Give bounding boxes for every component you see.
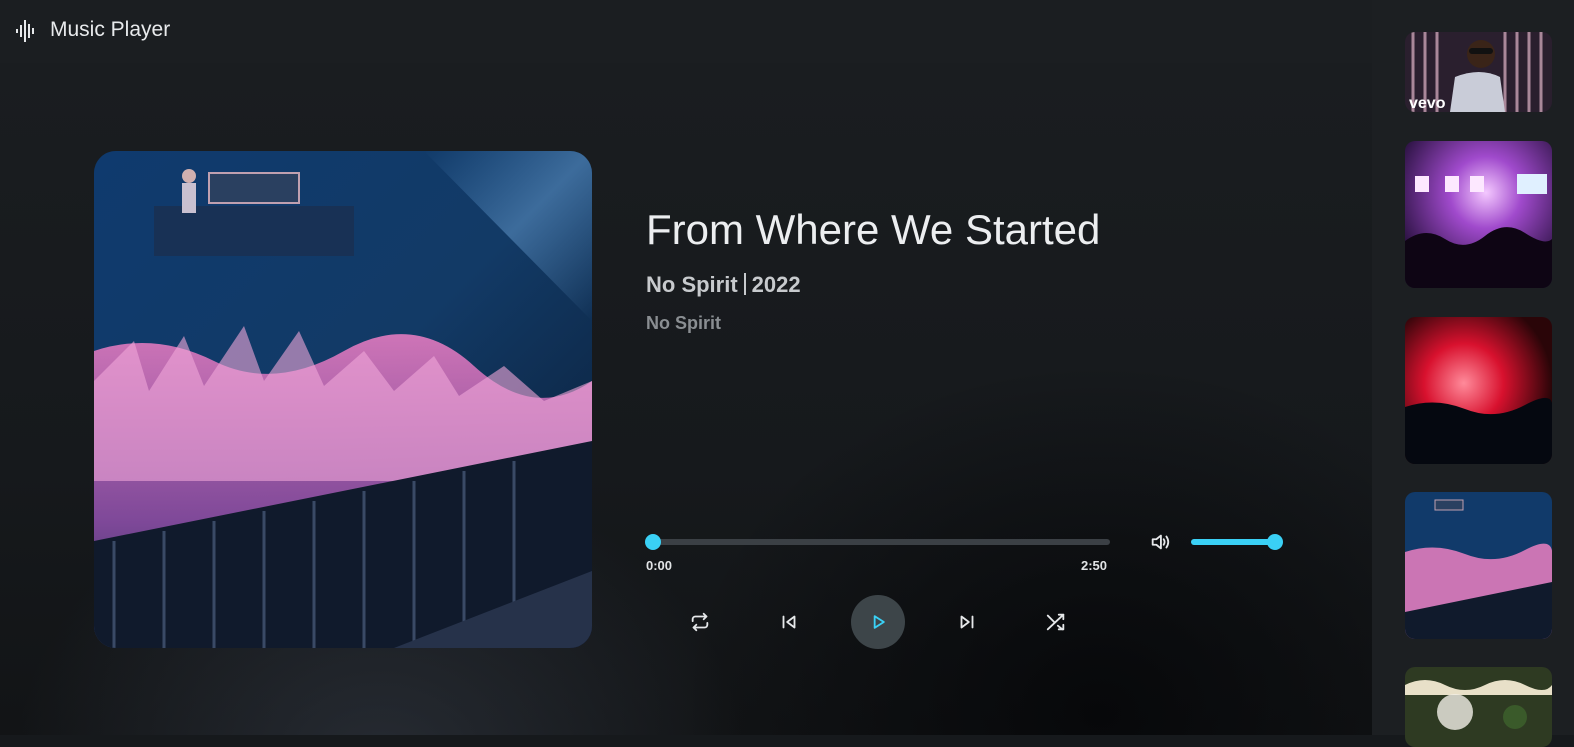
vevo-performer-image: vevo: [1405, 32, 1552, 112]
volume-icon[interactable]: [1149, 531, 1171, 553]
playlist-item[interactable]: [1405, 492, 1552, 639]
volume-thumb[interactable]: [1267, 534, 1283, 550]
concert-crowd-image: [94, 151, 592, 648]
current-time: 0:00: [646, 558, 673, 573]
progress-slider[interactable]: [645, 534, 1110, 550]
play-icon: [873, 615, 885, 629]
previous-button[interactable]: [774, 607, 804, 637]
progress-thumb[interactable]: [645, 534, 661, 550]
song-title: From Where We Started: [646, 206, 1101, 253]
string-lights-image: [1405, 667, 1552, 747]
track-meta: No Spirit 2022: [646, 272, 801, 298]
volume-fill: [1191, 539, 1275, 545]
shuffle-icon: [1046, 613, 1065, 631]
stage-lights-crowd-image: [1405, 141, 1552, 288]
artist-subtitle: No Spirit: [646, 313, 721, 333]
red-smoke-concert-image: [1405, 317, 1552, 464]
skip-previous-icon: [782, 615, 796, 629]
playlist-item[interactable]: [1405, 317, 1552, 464]
skip-next-icon: [960, 615, 974, 629]
top-bar: Music Player: [0, 0, 1372, 63]
repeat-button[interactable]: [685, 607, 715, 637]
volume-slider[interactable]: [1191, 534, 1283, 550]
playlist-item[interactable]: vevo: [1405, 32, 1552, 112]
next-button[interactable]: [952, 607, 982, 637]
shuffle-button[interactable]: [1041, 607, 1071, 637]
play-button[interactable]: [851, 595, 905, 649]
concert-crowd-image: [1405, 492, 1552, 639]
meta-separator: [743, 273, 746, 295]
track-year: 2022: [751, 272, 801, 297]
waveform-icon: [16, 20, 34, 42]
album-art: [94, 151, 592, 648]
vevo-watermark: vevo: [1409, 95, 1446, 112]
total-time: 2:50: [1081, 558, 1108, 573]
playlist-item[interactable]: [1405, 667, 1552, 747]
app-title: Music Player: [50, 18, 171, 41]
playlist-item[interactable]: [1405, 141, 1552, 288]
repeat-icon: [691, 612, 709, 632]
track-artist: No Spirit: [646, 272, 738, 297]
